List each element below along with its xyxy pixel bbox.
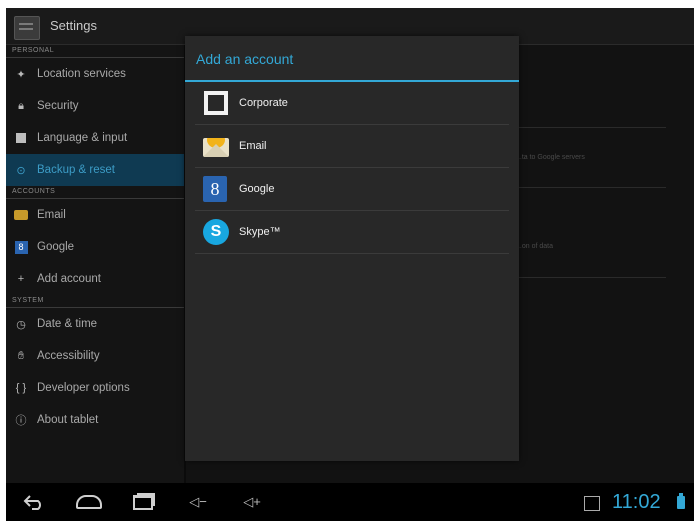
location-icon: ✦ [16,68,26,81]
divider [516,277,666,278]
email-icon [203,133,229,159]
sidebar-item-label: Add account [37,273,101,285]
skype-icon: S [203,219,229,245]
section-header-personal: PERSONAL [6,45,184,58]
keyboard-icon [14,131,28,145]
sidebar-item-label: Language & input [37,132,128,144]
sidebar-item-label: Developer options [37,382,130,394]
sidebar-item-backup-reset[interactable]: ⊙ Backup & reset [6,154,184,186]
battery-icon [677,493,685,509]
sidebar-item-developer-options[interactable]: { } Developer options [6,372,184,404]
gallery-notification-icon[interactable] [584,496,600,511]
faded-setting-text: ...on of data [516,243,553,250]
corporate-icon [203,90,229,116]
section-header-system: SYSTEM [6,295,184,308]
sidebar-item-label: Location services [37,68,126,80]
braces-icon: { } [15,382,27,394]
dialog-title: Add an account [185,36,519,82]
sidebar-item-language-input[interactable]: Language & input [6,122,184,154]
email-icon [14,208,28,222]
sidebar-item-label: Security [37,100,79,112]
account-option-corporate[interactable]: Corporate [195,82,509,125]
info-icon: ⓘ [15,415,27,427]
section-header-accounts: ACCOUNTS [6,186,184,199]
account-type-list: Corporate Email 8 Google S Skype™ [195,82,509,254]
add-account-dialog: Add an account Corporate Email 8 Google [185,36,519,461]
sidebar-item-add-account[interactable]: + Add account [6,263,184,295]
sidebar-item-security[interactable]: 🔒︎ Security [6,90,184,122]
volume-down-icon[interactable]: ◁− [184,491,212,513]
account-option-skype[interactable]: S Skype™ [195,211,509,254]
google-icon: 8 [14,240,28,254]
backup-icon: ⊙ [16,164,26,177]
account-option-email[interactable]: Email [195,125,509,168]
sidebar-item-location-services[interactable]: ✦ Location services [6,58,184,90]
divider [516,127,666,128]
faded-setting-text: ...ta to Google servers [516,154,585,161]
plus-icon: + [17,273,25,285]
sidebar-item-date-time[interactable]: ◷ Date & time [6,308,184,340]
account-option-label: Email [239,140,267,152]
sidebar-item-label: Google [37,241,75,253]
sidebar-item-accessibility[interactable]: ✋︎ Accessibility [6,340,184,372]
account-option-label: Skype™ [239,226,281,238]
system-navigation-bar: ◁− ◁+ 11:02 [6,483,694,521]
sidebar-item-google[interactable]: 8 Google [6,231,184,263]
sidebar-item-label: Date & time [37,318,98,330]
tablet-screen: Settings PERSONAL ✦ Location services 🔒︎… [6,8,694,483]
back-icon[interactable] [20,491,48,513]
home-icon[interactable] [74,491,104,513]
volume-up-icon[interactable]: ◁+ [238,491,266,513]
settings-sidebar: PERSONAL ✦ Location services 🔒︎ Security… [6,45,184,483]
google-icon: 8 [203,176,229,202]
sidebar-item-label: Accessibility [37,350,100,362]
app-title: Settings [50,18,97,33]
recents-icon[interactable] [130,491,156,513]
settings-icon[interactable] [14,16,40,40]
sidebar-item-label: Email [37,209,66,221]
sidebar-item-about-tablet[interactable]: ⓘ About tablet [6,404,184,436]
sidebar-item-email[interactable]: Email [6,199,184,231]
sidebar-item-label: Backup & reset [37,164,115,176]
status-clock[interactable]: 11:02 [612,491,661,514]
hand-icon: ✋︎ [17,349,25,362]
account-option-label: Corporate [239,97,288,109]
account-option-google[interactable]: 8 Google [195,168,509,211]
clock-icon: ◷ [16,318,26,331]
sidebar-item-label: About tablet [37,414,99,426]
account-option-label: Google [239,183,275,195]
divider [516,187,666,188]
lock-icon: 🔒︎ [18,99,24,112]
